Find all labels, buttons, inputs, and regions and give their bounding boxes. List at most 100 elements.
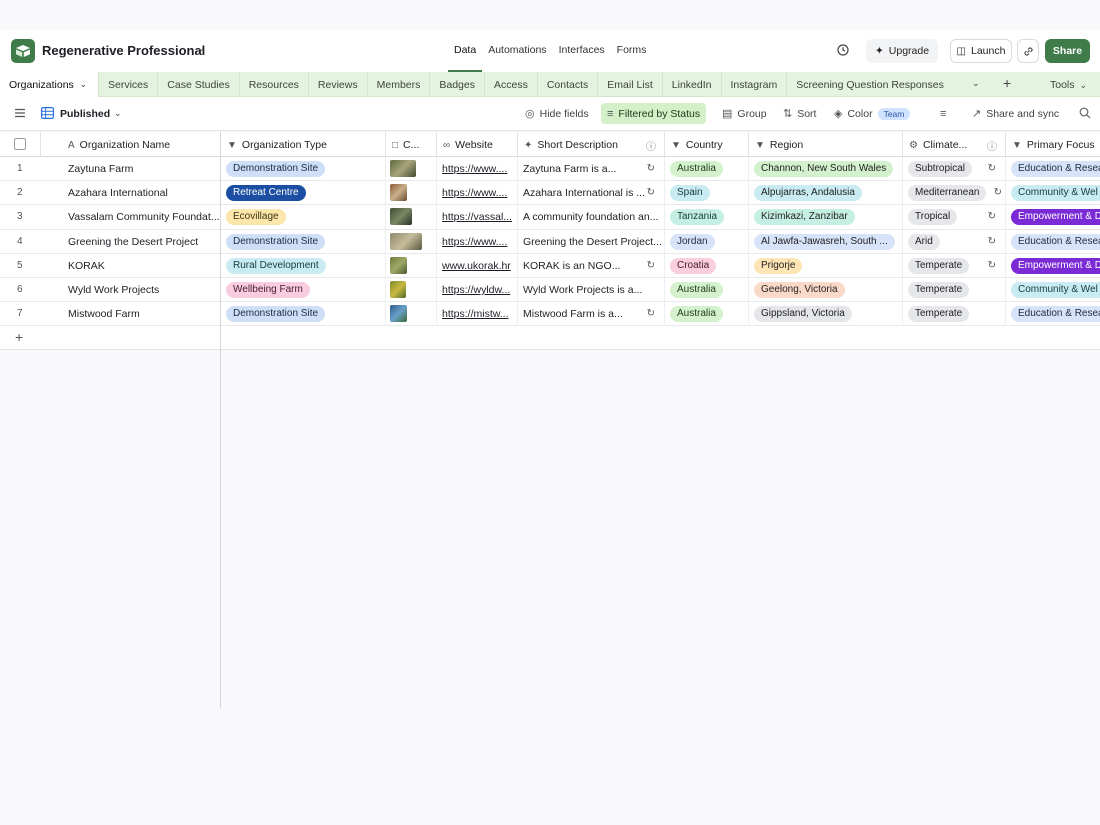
chevron-down-icon[interactable]: ⌄ xyxy=(972,78,980,89)
refresh-icon[interactable]: ↻ xyxy=(988,236,996,247)
tab-organizations[interactable]: Organizations ⌄ xyxy=(0,72,99,97)
refresh-icon[interactable]: ↻ xyxy=(988,211,996,222)
color-button[interactable]: ◈ Color Team xyxy=(828,103,916,124)
primary-focus-cell[interactable]: Empowerment & D xyxy=(1006,254,1100,278)
cover-cell[interactable] xyxy=(386,302,437,327)
cover-cell[interactable] xyxy=(386,157,437,181)
tools-menu[interactable]: Tools ⌄ xyxy=(1050,79,1087,91)
organization-type-cell[interactable]: Demonstration Site xyxy=(221,229,386,254)
nav-data[interactable]: Data xyxy=(448,30,483,72)
climate-cell[interactable]: Arid ↻ xyxy=(903,229,1006,254)
refresh-icon[interactable]: ↻ xyxy=(647,308,655,319)
row-height-button[interactable]: ≡ xyxy=(934,103,957,124)
organization-name-cell[interactable]: Mistwood Farm xyxy=(61,302,221,326)
region-cell[interactable]: Al Jawfa-Jawasreh, South ... xyxy=(749,229,903,254)
refresh-icon[interactable]: ↻ xyxy=(994,187,1002,198)
primary-focus-cell[interactable]: Education & Resea xyxy=(1006,230,1100,254)
chevron-down-icon[interactable]: ⌄ xyxy=(114,108,122,119)
table-row[interactable]: 7 Mistwood Farm Demonstration Site https://… xyxy=(0,302,1100,327)
organization-type-cell[interactable]: Rural Development xyxy=(221,253,386,278)
base-logo[interactable] xyxy=(11,39,35,63)
country-cell[interactable]: Jordan xyxy=(665,229,749,254)
tab-reviews[interactable]: Reviews xyxy=(309,72,368,97)
region-cell[interactable]: Channon, New South Wales xyxy=(749,157,903,181)
organization-name-cell[interactable]: Azahara International xyxy=(61,181,221,205)
table-row[interactable]: 6 Wyld Work Projects Wellbeing Farm https:/… xyxy=(0,278,1100,303)
tab-access[interactable]: Access xyxy=(485,72,538,97)
hide-fields-button[interactable]: ◎ Hide fields xyxy=(519,103,595,124)
cover-thumbnail[interactable] xyxy=(390,184,407,202)
region-cell[interactable]: Kizimkazi, Zanzibar xyxy=(749,205,903,230)
refresh-icon[interactable]: ↻ xyxy=(647,260,655,271)
table-row[interactable]: 3 Vassalam Community Foundat... Ecovillage… xyxy=(0,205,1100,230)
header-region[interactable]: ▼ Region xyxy=(749,132,903,157)
history-icon[interactable] xyxy=(836,43,850,57)
website-link[interactable]: https://mistw... xyxy=(437,302,518,327)
row-number[interactable]: 2 xyxy=(0,181,41,205)
website-link[interactable]: www.ukorak.hr xyxy=(437,253,518,278)
short-description-cell[interactable]: Greening the Desert Project... xyxy=(518,229,665,254)
primary-focus-cell[interactable]: Education & Resea xyxy=(1006,302,1100,326)
region-cell[interactable]: Alpujarras, Andalusia xyxy=(749,181,903,206)
organization-type-cell[interactable]: Ecovillage xyxy=(221,205,386,230)
header-organization-name[interactable]: A Organization Name xyxy=(41,132,221,157)
cover-cell[interactable] xyxy=(386,278,437,302)
refresh-icon[interactable]: ↻ xyxy=(988,163,996,174)
cover-cell[interactable] xyxy=(386,181,437,206)
header-cover[interactable]: □ C... xyxy=(386,132,437,157)
website-link[interactable]: https://wyldw... xyxy=(437,278,518,302)
short-description-cell[interactable]: KORAK is an NGO... ↻ xyxy=(518,253,665,278)
row-number[interactable]: 6 xyxy=(0,278,41,302)
chevron-down-icon[interactable]: ⌄ xyxy=(79,79,87,90)
tab-contacts[interactable]: Contacts xyxy=(538,72,599,97)
cover-thumbnail[interactable] xyxy=(390,160,416,177)
upgrade-button[interactable]: ✦ Upgrade xyxy=(866,39,938,63)
website-link[interactable]: https://vassal... xyxy=(437,205,518,230)
header-climate[interactable]: ⚙ Climate... ⓘ xyxy=(903,132,1006,157)
refresh-icon[interactable]: ↻ xyxy=(988,260,996,271)
row-number[interactable]: 1 xyxy=(0,157,41,181)
share-and-sync-button[interactable]: ↗ Share and sync xyxy=(966,103,1065,124)
tab-services[interactable]: Services xyxy=(99,72,159,97)
country-cell[interactable]: Croatia xyxy=(665,253,749,278)
group-button[interactable]: ▤ Group xyxy=(716,103,773,124)
climate-cell[interactable]: Temperate ↻ xyxy=(903,253,1006,278)
organization-name-cell[interactable]: Zaytuna Farm xyxy=(61,157,221,181)
filter-button[interactable]: ≡ Filtered by Status xyxy=(601,103,707,124)
primary-focus-cell[interactable]: Empowerment & D xyxy=(1006,205,1100,229)
organization-name-cell[interactable]: Wyld Work Projects xyxy=(61,278,221,302)
info-icon[interactable]: ⓘ xyxy=(987,138,997,153)
add-table-icon[interactable]: + xyxy=(1003,75,1011,91)
table-row[interactable]: 2 Azahara International Retreat Centre http… xyxy=(0,181,1100,206)
region-cell[interactable]: Prigorje xyxy=(749,253,903,278)
country-cell[interactable]: Australia xyxy=(665,278,749,302)
header-country[interactable]: ▼ Country xyxy=(665,132,749,157)
country-cell[interactable]: Australia xyxy=(665,157,749,181)
cover-thumbnail[interactable] xyxy=(390,281,406,298)
country-cell[interactable]: Tanzania xyxy=(665,205,749,230)
region-cell[interactable]: Geelong, Victoria xyxy=(749,278,903,302)
launch-button[interactable]: ◫ Launch xyxy=(950,39,1012,63)
tab-resources[interactable]: Resources xyxy=(240,72,309,97)
organization-type-cell[interactable]: Retreat Centre xyxy=(221,181,386,206)
chevron-down-icon[interactable]: ⌄ xyxy=(197,43,205,54)
header-short-description[interactable]: ✦ Short Description ⓘ xyxy=(518,132,665,157)
nav-forms[interactable]: Forms xyxy=(611,30,653,72)
table-row[interactable]: 1 Zaytuna Farm Demonstration Site https://w… xyxy=(0,157,1100,182)
sort-button[interactable]: ⇅ Sort xyxy=(777,103,822,124)
cover-cell[interactable] xyxy=(386,229,437,254)
row-number[interactable]: 7 xyxy=(0,302,41,326)
add-record-icon[interactable]: + xyxy=(15,329,23,345)
website-link[interactable]: https://www.... xyxy=(437,229,518,254)
select-all-checkbox[interactable] xyxy=(14,138,26,150)
base-name[interactable]: Regenerative Professional xyxy=(42,43,205,58)
copy-link-button[interactable] xyxy=(1017,39,1039,63)
country-cell[interactable]: Spain xyxy=(665,181,749,206)
organization-name-cell[interactable]: KORAK xyxy=(61,254,221,278)
share-button[interactable]: Share xyxy=(1045,39,1090,63)
website-link[interactable]: https://www.... xyxy=(437,157,518,181)
primary-focus-cell[interactable]: Education & Resea xyxy=(1006,157,1100,181)
primary-focus-cell[interactable]: Community & Wel xyxy=(1006,278,1100,302)
header-website[interactable]: ∞ Website xyxy=(437,132,518,157)
climate-cell[interactable]: Mediterranean ↻ xyxy=(903,181,1006,206)
